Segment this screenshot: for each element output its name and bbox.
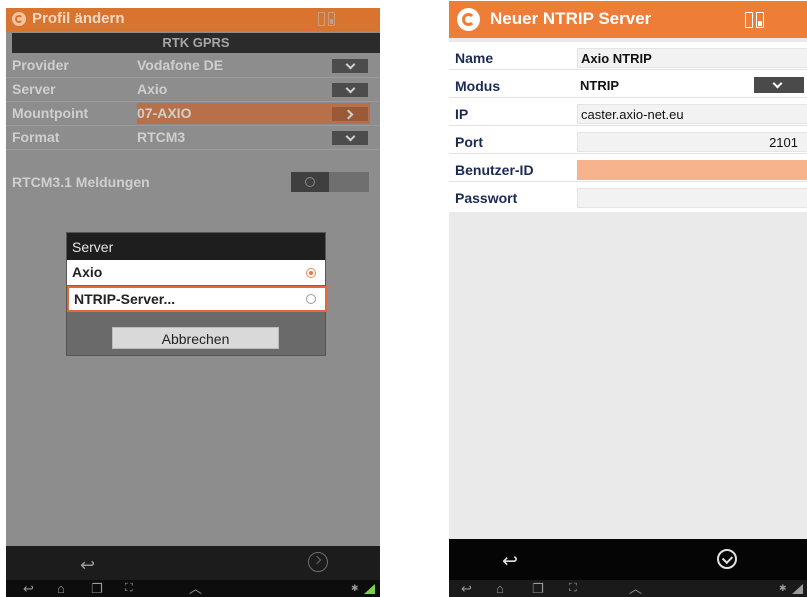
user-id-label: Benutzer-ID	[455, 162, 534, 178]
ip-value: caster.axio-net.eu	[581, 107, 684, 122]
format-row[interactable]: Format RTCM3	[6, 126, 380, 150]
home-icon[interactable]: ⌂	[57, 580, 65, 597]
modus-label: Modus	[455, 78, 501, 94]
name-value: Axio NTRIP	[581, 51, 652, 66]
password-field[interactable]	[577, 188, 807, 208]
rtcm-messages-toggle[interactable]	[291, 172, 369, 192]
screenshot-icon[interactable]: ⛶	[569, 580, 577, 597]
user-id-row: Benutzer-ID	[449, 158, 807, 182]
left-system-nav-bar: ↩ ⌂ ❐ ⛶ ︿ ✱	[6, 580, 380, 597]
mountpoint-row[interactable]: Mountpoint 07-AXIO	[6, 102, 380, 126]
right-screen: Neuer NTRIP Server Name Axio NTRIP Modus…	[449, 1, 807, 597]
mountpoint-value: 07-AXIO	[137, 105, 192, 121]
password-label: Passwort	[455, 190, 518, 206]
name-label: Name	[455, 50, 494, 66]
bluetooth-icon: ✱	[351, 583, 359, 593]
screenshot-icon[interactable]: ⛶	[125, 580, 133, 597]
cancel-button[interactable]: Abbrechen	[112, 327, 279, 349]
confirm-circle-icon[interactable]	[308, 552, 328, 572]
provider-row[interactable]: Provider Vodafone DE	[6, 54, 380, 78]
modus-value: NTRIP	[580, 78, 619, 93]
ip-row: IP caster.axio-net.eu	[449, 102, 807, 126]
server-label: Server	[12, 81, 56, 97]
right-action-bar: ↩	[449, 539, 807, 580]
left-screen: Profil ändern RTK GPRS Provider Vodafone…	[6, 8, 380, 597]
toggle-knob	[291, 172, 329, 192]
dialog-title-bar: Server	[67, 233, 325, 260]
password-row: Passwort	[449, 186, 807, 210]
modus-row: Modus NTRIP	[449, 74, 807, 98]
name-row: Name Axio NTRIP	[449, 46, 807, 70]
recents-icon[interactable]: ❐	[91, 580, 103, 597]
row-divider	[6, 149, 380, 150]
row-divider	[449, 69, 807, 70]
right-app-bar: Neuer NTRIP Server	[449, 1, 807, 38]
nav-back-icon[interactable]: ↩	[23, 580, 34, 597]
mountpoint-label: Mountpoint	[12, 105, 89, 121]
ntrip-server-form: Name Axio NTRIP Modus NTRIP IP caster.ax…	[449, 42, 807, 212]
bluetooth-icon: ✱	[779, 583, 787, 593]
left-app-title: Profil ändern	[32, 10, 125, 27]
back-arrow-icon[interactable]: ↩	[502, 550, 518, 573]
row-divider	[449, 153, 807, 154]
nav-back-icon[interactable]: ↩	[461, 580, 472, 597]
left-app-bar: Profil ändern	[6, 8, 380, 31]
up-caret-icon[interactable]: ︿	[189, 580, 202, 597]
port-label: Port	[455, 134, 483, 150]
ip-field[interactable]: caster.axio-net.eu	[577, 104, 807, 124]
app-logo-icon[interactable]	[12, 12, 26, 26]
check-circle-icon[interactable]	[717, 549, 737, 569]
dialog-option-ntrip-server[interactable]: NTRIP-Server...	[67, 286, 327, 312]
recents-icon[interactable]: ❐	[532, 580, 544, 597]
port-value: 2101	[769, 135, 798, 150]
app-logo-icon[interactable]	[457, 8, 480, 31]
server-value: Axio	[137, 81, 168, 97]
up-caret-icon[interactable]: ︿	[629, 580, 642, 597]
chevron-down-icon[interactable]	[754, 77, 804, 93]
signal-icon	[361, 584, 375, 594]
chevron-down-icon[interactable]	[332, 83, 368, 97]
name-field[interactable]: Axio NTRIP	[577, 48, 807, 68]
dialog-title: Server	[72, 239, 114, 255]
provider-label: Provider	[12, 57, 69, 73]
server-dialog: Server Axio NTRIP-Server... Abbrechen	[67, 233, 327, 355]
option-label: Axio	[72, 264, 103, 280]
format-value: RTCM3	[137, 129, 186, 145]
ip-label: IP	[455, 106, 469, 122]
format-label: Format	[12, 129, 60, 145]
row-divider	[449, 97, 807, 98]
chevron-down-icon[interactable]	[332, 131, 368, 145]
row-divider	[449, 181, 807, 182]
home-icon[interactable]: ⌂	[496, 580, 504, 597]
row-divider	[449, 125, 807, 126]
provider-value: Vodafone DE	[137, 57, 224, 73]
chevron-down-icon[interactable]	[332, 59, 368, 73]
dialog-option-axio[interactable]: Axio	[67, 260, 325, 285]
back-arrow-icon[interactable]: ↩	[80, 555, 95, 576]
radio-icon[interactable]	[306, 294, 316, 304]
rtcm-messages-label: RTCM3.1 Meldungen	[12, 174, 150, 190]
port-row: Port 2101	[449, 130, 807, 154]
signal-icon	[789, 584, 803, 594]
right-app-title: Neuer NTRIP Server	[490, 9, 652, 28]
radio-selected-icon[interactable]	[306, 268, 316, 278]
chevron-right-icon[interactable]	[332, 107, 368, 121]
section-header: RTK GPRS	[12, 33, 380, 53]
port-field[interactable]: 2101	[577, 132, 807, 152]
server-row[interactable]: Server Axio	[6, 78, 380, 102]
option-label: NTRIP-Server...	[74, 291, 176, 307]
right-system-nav-bar: ↩ ⌂ ❐ ⛶ ︿ ✱	[449, 580, 807, 597]
sim-card-icon[interactable]	[745, 12, 765, 28]
user-id-field[interactable]	[577, 160, 807, 180]
sim-card-icon[interactable]	[318, 12, 336, 26]
left-action-bar: ↩	[6, 546, 380, 580]
